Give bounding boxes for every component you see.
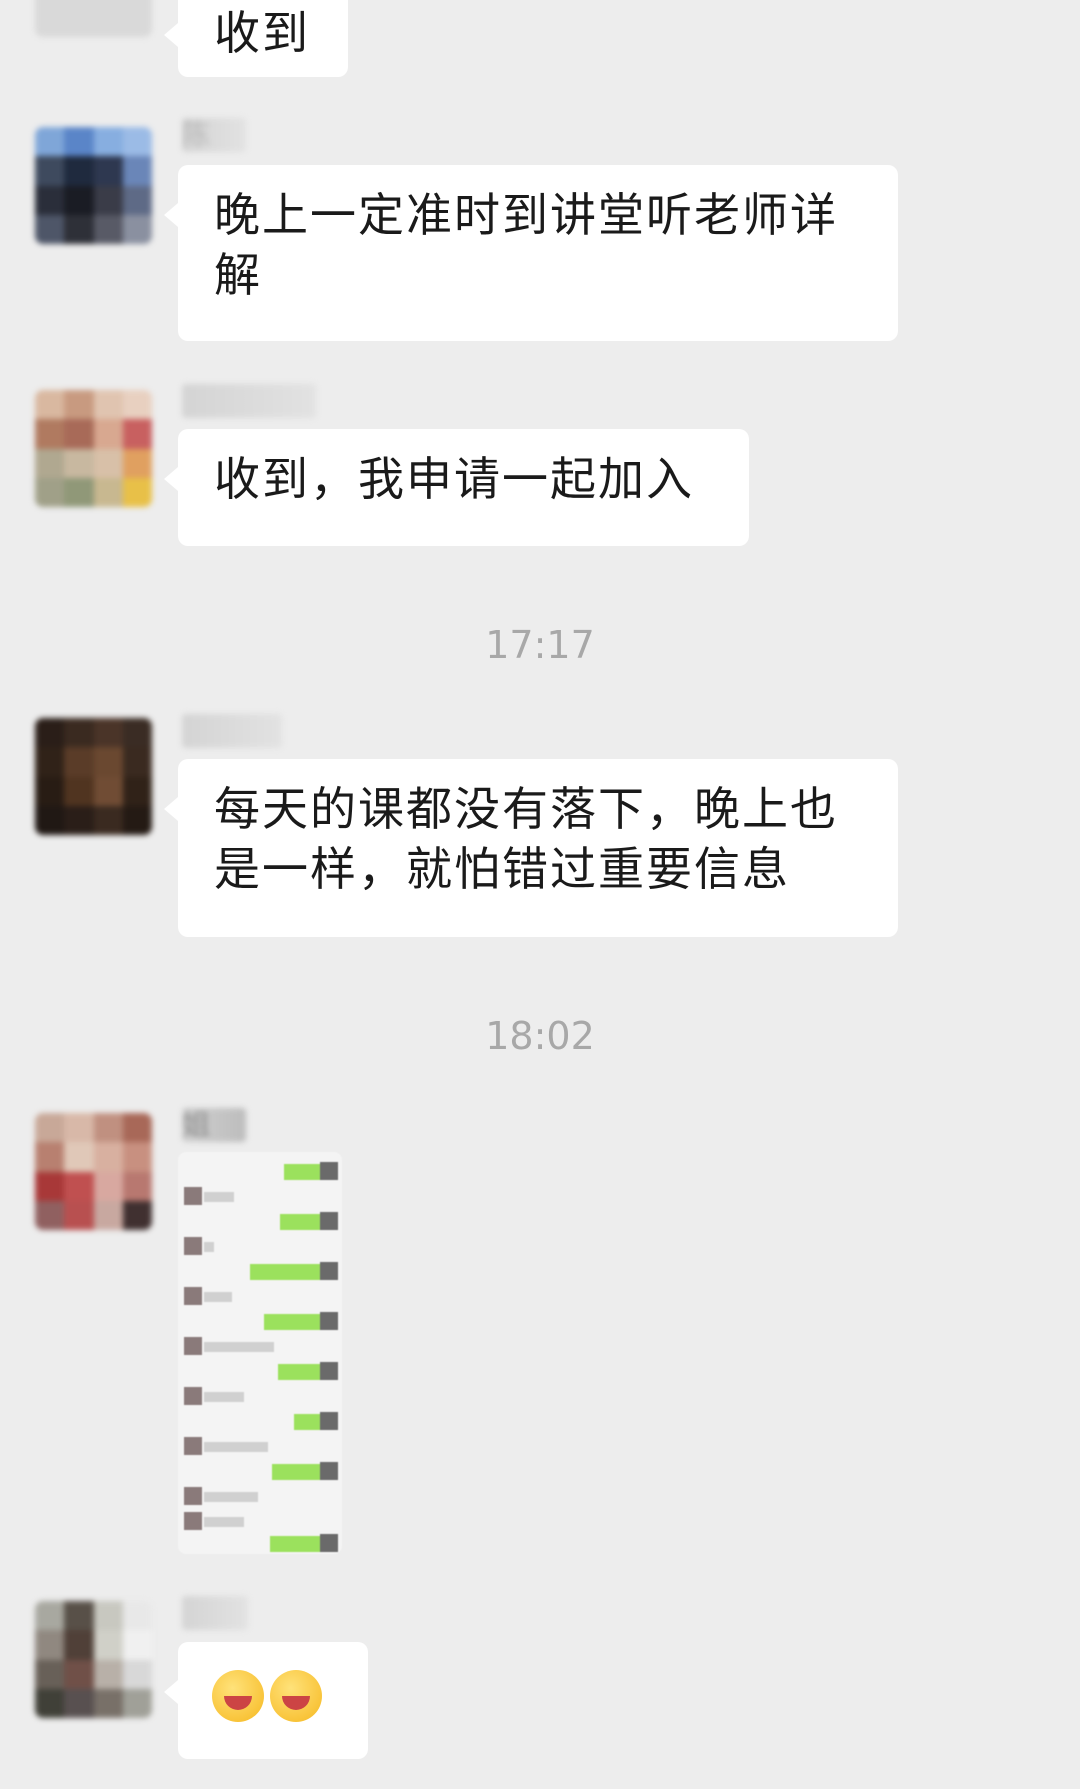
message-bubble[interactable]: 😁😁 bbox=[164, 1642, 368, 1759]
avatar[interactable] bbox=[35, 718, 152, 835]
image-message[interactable] bbox=[178, 1152, 342, 1554]
avatar[interactable] bbox=[35, 1601, 152, 1718]
sender-name bbox=[182, 714, 282, 748]
sender-name bbox=[182, 384, 316, 418]
message-text: 收到 bbox=[214, 6, 310, 60]
avatar[interactable] bbox=[35, 1113, 152, 1230]
message-timestamp: 18:02 bbox=[485, 1014, 595, 1058]
message-timestamp: 17:17 bbox=[485, 623, 595, 667]
message-bubble[interactable]: 晚上一定准时到讲堂听老师详解 bbox=[164, 165, 898, 341]
avatar[interactable] bbox=[35, 390, 152, 507]
message-bubble[interactable]: 收到 bbox=[164, 0, 348, 77]
avatar[interactable] bbox=[35, 127, 152, 244]
message-bubble[interactable]: 收到，我申请一起加入 bbox=[164, 429, 749, 546]
grinning-face-emoji-icon bbox=[212, 1669, 264, 1722]
message-text: 收到，我申请一起加入 bbox=[214, 452, 694, 506]
avatar[interactable] bbox=[35, 0, 152, 37]
message-bubble[interactable]: 每天的课都没有落下，晚上也是一样，就怕错过重要信息 bbox=[164, 759, 898, 937]
sender-name: 姐 bbox=[182, 1108, 246, 1142]
sender-name bbox=[182, 1596, 248, 1630]
sender-name: 陈 bbox=[182, 118, 246, 152]
message-text: 每天的课都没有落下，晚上也是一样，就怕错过重要信息 bbox=[214, 782, 838, 896]
grinning-face-emoji-icon bbox=[270, 1669, 322, 1722]
chat-message-list[interactable]: 收到 陈 晚上一定准时到讲堂听老师详解 收到，我申请一起加入 17:17 每天的… bbox=[0, 0, 1080, 1789]
message-text: 晚上一定准时到讲堂听老师详解 bbox=[214, 188, 838, 302]
